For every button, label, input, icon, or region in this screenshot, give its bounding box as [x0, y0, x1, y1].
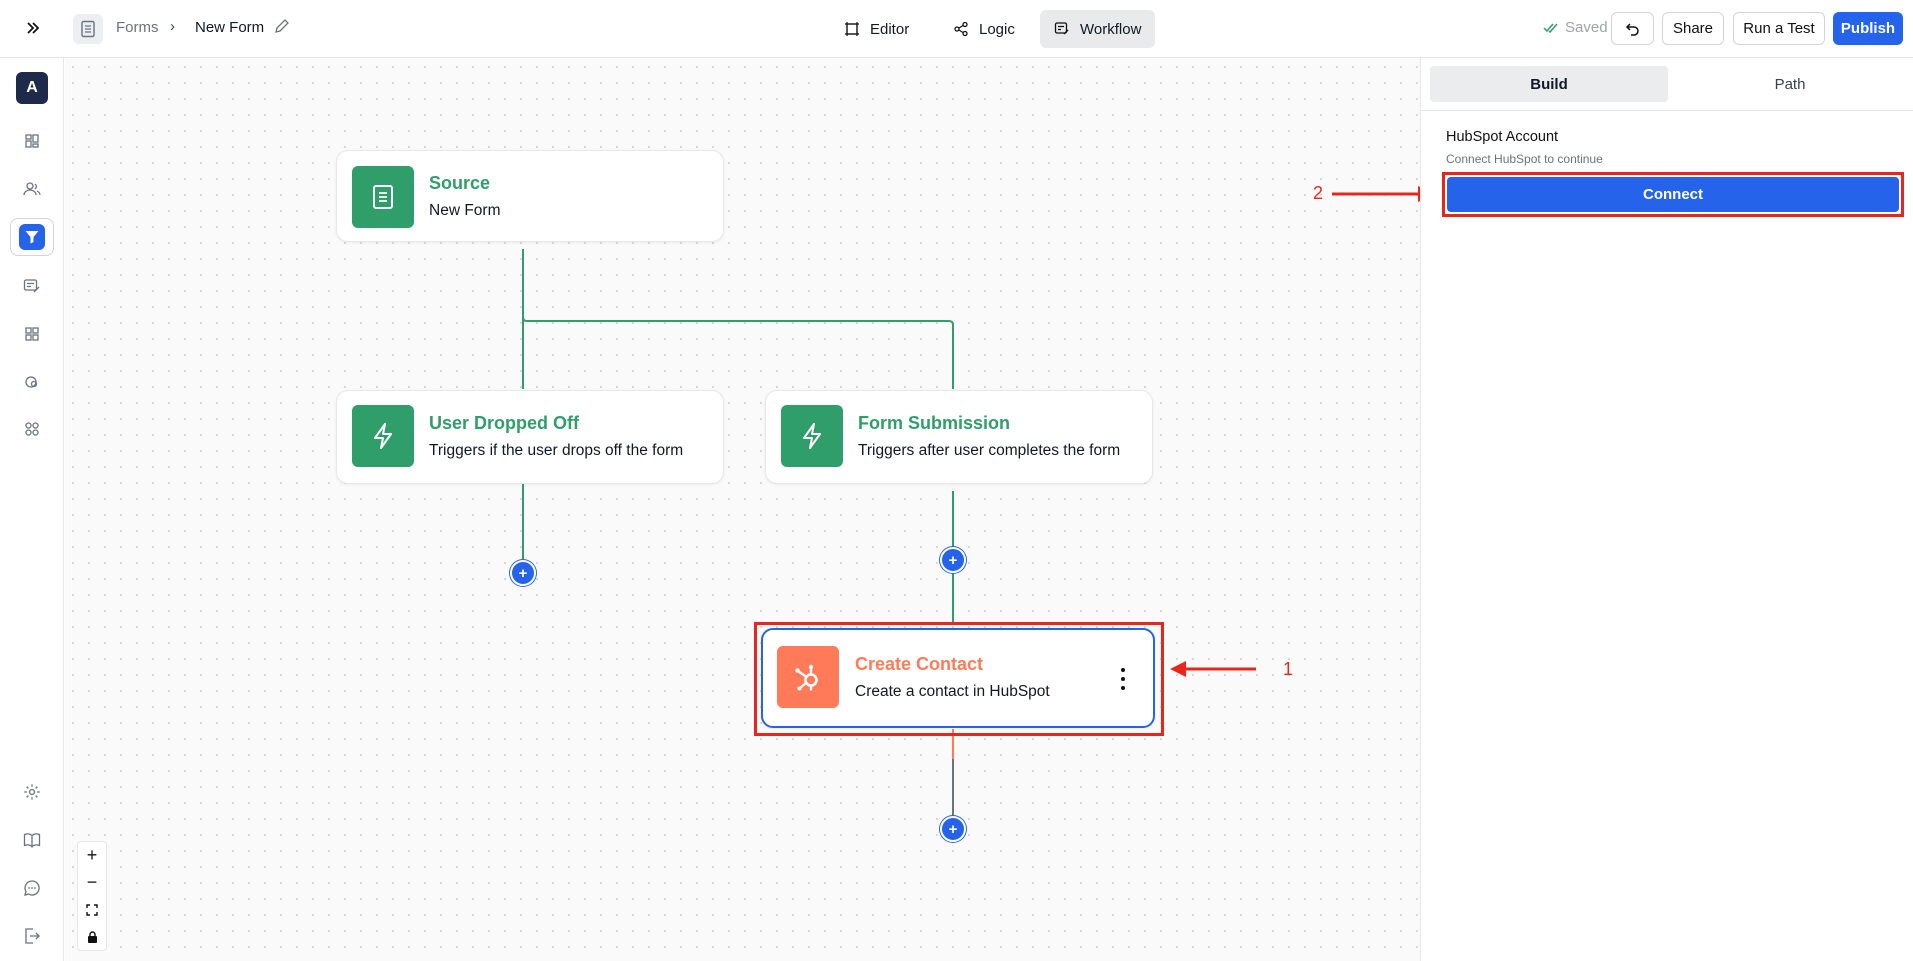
add-step-button[interactable]: +: [510, 560, 536, 586]
annotation-arrow-1: [1170, 661, 1256, 677]
form-document-icon: [352, 166, 414, 228]
zoom-in-button[interactable]: +: [78, 842, 106, 869]
workspace-avatar[interactable]: A: [16, 72, 48, 104]
pencil-edit-icon[interactable]: [274, 18, 292, 36]
lightning-icon: [781, 405, 843, 467]
add-step-button[interactable]: +: [940, 547, 966, 573]
connect-hubspot-button[interactable]: Connect: [1447, 177, 1899, 212]
templates-icon[interactable]: [20, 417, 44, 441]
tab-logic-label: Logic: [979, 20, 1015, 38]
tab-editor[interactable]: Editor: [830, 10, 923, 48]
more-options-icon[interactable]: [1121, 668, 1127, 690]
chevron-right-icon: ›: [170, 18, 175, 35]
dashboard-icon[interactable]: [20, 129, 44, 153]
filter-icon: [19, 224, 45, 250]
breadcrumb-forms[interactable]: Forms: [116, 19, 159, 36]
lock-icon: [87, 930, 97, 943]
double-check-icon: [1543, 23, 1558, 33]
hubspot-account-hint: Connect HubSpot to continue: [1446, 152, 1603, 166]
expand-sidebar-icon[interactable]: [22, 17, 44, 39]
apps-grid-icon[interactable]: [20, 322, 44, 346]
lightning-icon: [352, 405, 414, 467]
share-button[interactable]: Share: [1662, 12, 1724, 45]
workflow-icon: [1054, 22, 1069, 35]
dropoff-trigger-node[interactable]: User Dropped Off Triggers if the user dr…: [336, 390, 724, 484]
annotation-label-2: 2: [1313, 183, 1324, 203]
workflow-list-icon[interactable]: [20, 274, 44, 298]
zoom-controls: + −: [77, 841, 107, 951]
tab-workflow[interactable]: Workflow: [1040, 10, 1156, 48]
hubspot-icon: [777, 646, 839, 708]
source-node-subtitle: New Form: [429, 202, 501, 219]
docs-book-icon[interactable]: [20, 828, 44, 852]
logout-icon[interactable]: [20, 924, 44, 948]
submission-node-subtitle: Triggers after user completes the form: [858, 442, 1121, 459]
add-step-button[interactable]: +: [940, 816, 966, 842]
connection-lines: [522, 249, 954, 821]
top-bar: Forms › New Form Editor Logic Workflow S…: [0, 0, 1913, 58]
panel-tabs: Build Path: [1421, 58, 1913, 111]
tab-editor-label: Editor: [870, 20, 910, 38]
logic-icon: [954, 21, 968, 37]
breadcrumb-current-form: New Form: [195, 19, 265, 36]
annotation-label-1: 1: [1283, 659, 1294, 679]
hubspot-account-heading: HubSpot Account: [1446, 129, 1559, 145]
properties-panel: Build Path HubSpot Account Connect HubSp…: [1420, 58, 1913, 961]
lock-button[interactable]: [78, 923, 106, 950]
fit-view-button[interactable]: [78, 896, 106, 923]
left-nav-rail: A: [0, 58, 64, 961]
saved-status: Saved: [1543, 19, 1608, 36]
integrations-icon[interactable]: [20, 370, 44, 394]
hubspot-node-subtitle: Create a contact in HubSpot: [855, 683, 1050, 700]
undo-icon: [1625, 22, 1639, 36]
zoom-out-button[interactable]: −: [78, 869, 106, 896]
hubspot-create-contact-node[interactable]: Create Contact Create a contact in HubSp…: [761, 628, 1155, 728]
tab-workflow-label: Workflow: [1080, 20, 1142, 38]
fit-view-icon: [86, 903, 98, 916]
undo-button[interactable]: [1611, 12, 1654, 45]
form-document-icon[interactable]: [73, 14, 103, 44]
source-node[interactable]: Source New Form: [336, 150, 724, 242]
tab-path[interactable]: Path: [1671, 66, 1909, 102]
publish-button[interactable]: Publish: [1833, 12, 1903, 45]
chat-icon[interactable]: [20, 876, 44, 900]
run-test-button[interactable]: Run a Test: [1733, 12, 1825, 45]
contacts-icon[interactable]: [20, 177, 44, 201]
workflow-canvas[interactable]: Source New Form User Dropped Off Trigger…: [65, 59, 1420, 961]
hubspot-node-title: Create Contact: [855, 654, 984, 674]
dropoff-node-title: User Dropped Off: [429, 413, 580, 433]
submission-trigger-node[interactable]: Form Submission Triggers after user comp…: [765, 390, 1153, 484]
frame-icon: [845, 22, 859, 36]
saved-label: Saved: [1565, 19, 1608, 36]
source-node-title: Source: [429, 173, 491, 193]
tab-logic[interactable]: Logic: [939, 10, 1029, 48]
tab-build[interactable]: Build: [1430, 66, 1668, 102]
dropoff-node-subtitle: Triggers if the user drops off the form: [429, 442, 684, 459]
settings-icon[interactable]: [20, 780, 44, 804]
submission-node-title: Form Submission: [858, 413, 1011, 433]
nav-workflows-active[interactable]: [10, 218, 54, 256]
